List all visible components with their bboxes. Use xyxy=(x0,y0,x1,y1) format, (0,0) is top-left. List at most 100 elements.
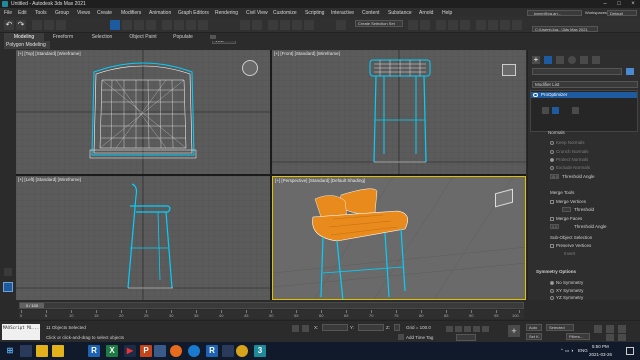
radio-xy-symmetry[interactable] xyxy=(550,289,554,293)
windows-start-icon[interactable]: ⊞ xyxy=(4,345,16,357)
maximize-icon[interactable]: □ xyxy=(612,0,626,8)
media-icon[interactable]: ▶ xyxy=(124,345,136,357)
snaps-toggle-icon[interactable] xyxy=(268,20,278,30)
undo-icon[interactable]: ↶ xyxy=(4,20,14,30)
link-icon[interactable] xyxy=(32,20,42,30)
project-path-field[interactable]: C:\Users\Jua...\3ds Max 2021 xyxy=(532,26,598,32)
clock-date[interactable]: 2021-03-26 xyxy=(589,352,612,357)
explorer-icon[interactable] xyxy=(52,345,64,357)
close-icon[interactable]: × xyxy=(626,0,640,8)
app-icon-2[interactable] xyxy=(222,345,234,357)
object-color-swatch[interactable] xyxy=(626,68,634,75)
notification-icon[interactable] xyxy=(626,347,634,355)
spinner-snap-icon[interactable] xyxy=(304,20,314,30)
task-view-icon[interactable] xyxy=(20,345,32,357)
modifier-list-dropdown[interactable]: Modifier List xyxy=(532,81,638,88)
menu-edit[interactable]: Edit xyxy=(18,10,27,16)
tray-icons[interactable]: ⌃ ▭ ◑ xyxy=(560,348,573,354)
menu-substance[interactable]: Substance xyxy=(388,10,412,16)
radio-crunch-normals[interactable] xyxy=(550,150,554,154)
select-manipulate-icon[interactable] xyxy=(252,20,262,30)
radio-keep-normals[interactable] xyxy=(550,141,554,145)
previous-frame-icon[interactable] xyxy=(455,326,462,332)
menu-help[interactable]: Help xyxy=(442,10,452,16)
viewport-top[interactable]: [+] [Top] [Standard] [Wireframe] xyxy=(16,50,270,174)
revit-icon[interactable]: R xyxy=(88,345,100,357)
viewport-front[interactable]: [+] [Front] [Standard] [Wireframe] xyxy=(272,50,526,174)
bind-spacewarp-icon[interactable] xyxy=(56,20,66,30)
select-object-icon[interactable] xyxy=(110,20,120,30)
powerpoint-icon[interactable]: P xyxy=(140,345,152,357)
track-bar[interactable]: 0 5 10 15 20 25 30 35 40 45 50 55 60 65 … xyxy=(19,310,524,319)
mirror-icon[interactable] xyxy=(408,20,418,30)
revit-2-icon[interactable]: R xyxy=(206,345,218,357)
window-crossing-icon[interactable] xyxy=(146,20,156,30)
current-frame-field[interactable] xyxy=(456,334,476,341)
filters-button[interactable]: Filters... xyxy=(566,333,590,340)
time-slider-thumb[interactable]: 0 / 100 xyxy=(20,303,44,308)
go-to-end-icon[interactable] xyxy=(482,326,489,332)
pivot-icon[interactable] xyxy=(240,20,250,30)
radio-no-symmetry[interactable] xyxy=(550,281,554,285)
zoom-icon[interactable] xyxy=(606,325,614,333)
viewport-layout-icon[interactable] xyxy=(3,282,13,292)
pan-icon[interactable] xyxy=(606,334,614,341)
menu-group[interactable]: Group xyxy=(55,10,69,16)
set-key-icon[interactable]: + xyxy=(508,325,520,337)
next-frame-icon[interactable] xyxy=(473,326,480,332)
maxscript-listener[interactable]: MAXScript Mi... xyxy=(2,324,40,340)
tab-modeling[interactable]: Modeling xyxy=(4,33,44,41)
minimize-icon[interactable]: – xyxy=(598,0,612,8)
radio-protect-normals[interactable] xyxy=(550,158,554,162)
radio-exclude-normals[interactable] xyxy=(550,166,554,170)
render-setup-icon[interactable] xyxy=(488,20,498,30)
layer-explorer-icon[interactable] xyxy=(436,20,446,30)
menu-tools[interactable]: Tools xyxy=(35,10,47,16)
redo-icon[interactable]: ↷ xyxy=(16,20,26,30)
show-end-result-icon[interactable] xyxy=(552,107,559,114)
menu-interactive[interactable]: Interactive xyxy=(331,10,354,16)
user-account-dropdown[interactable]: kyner@va.ari... xyxy=(527,10,582,16)
scale-icon[interactable] xyxy=(186,20,196,30)
excel-icon[interactable]: X xyxy=(106,345,118,357)
menu-animation[interactable]: Animation xyxy=(149,10,171,16)
utilities-tab-icon[interactable] xyxy=(592,56,600,64)
polygon-modeling-label[interactable]: Polygon Modeling xyxy=(4,41,50,49)
material-editor-icon[interactable] xyxy=(476,20,486,30)
time-config-icon[interactable] xyxy=(594,325,602,333)
firefox-icon[interactable] xyxy=(170,345,182,357)
display-tab-icon[interactable] xyxy=(580,56,588,64)
move-icon[interactable] xyxy=(162,20,172,30)
ribbon-minimize-icon[interactable] xyxy=(210,35,216,39)
preserve-vertices-checkbox[interactable] xyxy=(550,244,554,248)
menu-rendering[interactable]: Rendering xyxy=(215,10,238,16)
merge-faces-checkbox[interactable] xyxy=(550,217,554,221)
viewcube-front-icon[interactable] xyxy=(502,64,516,76)
remove-modifier-icon[interactable] xyxy=(572,107,579,114)
place-icon[interactable] xyxy=(198,20,208,30)
selected-dropdown[interactable]: Selected xyxy=(546,324,574,331)
merge-vertices-threshold-spinner[interactable] xyxy=(562,207,571,212)
viewport-perspective[interactable]: [+] [Perspective] [Standard] [Default Sh… xyxy=(272,176,526,300)
schematic-view-icon[interactable] xyxy=(460,20,470,30)
maximize-viewport-icon[interactable] xyxy=(618,334,626,341)
tab-object-paint[interactable]: Object Paint xyxy=(122,33,164,41)
clock-time[interactable]: 5:50 PM xyxy=(592,344,609,349)
tab-freeform[interactable]: Freeform xyxy=(46,33,80,41)
eye-icon[interactable] xyxy=(533,93,538,97)
align-icon[interactable] xyxy=(420,20,430,30)
symmetry-header[interactable]: Symmetry Options xyxy=(536,269,576,274)
isolate-selection-icon[interactable] xyxy=(292,325,299,332)
rotate-icon[interactable] xyxy=(174,20,184,30)
angle-snap-icon[interactable] xyxy=(280,20,290,30)
time-slider[interactable] xyxy=(19,302,524,309)
object-name-field[interactable] xyxy=(532,68,622,75)
chrome-icon[interactable] xyxy=(236,345,248,357)
orbit-icon[interactable] xyxy=(618,325,626,333)
viewport-perspective-label[interactable]: [+] [Perspective] [Standard] [Default Sh… xyxy=(275,178,365,183)
set-key-button[interactable]: Set K. xyxy=(526,333,542,340)
stack-item-prooptimizer[interactable]: ProOptimizer xyxy=(531,92,637,98)
curve-editor-icon[interactable] xyxy=(448,20,458,30)
merge-faces-spinner[interactable]: 0.0 xyxy=(550,224,559,229)
auto-key-button[interactable]: Auto xyxy=(526,324,542,331)
